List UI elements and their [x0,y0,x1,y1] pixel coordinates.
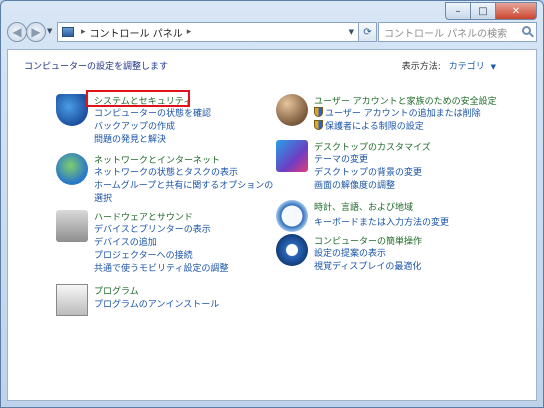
back-arrow-icon[interactable]: ◀ [7,22,27,42]
page-title: コンピューターの設定を調整します [24,62,169,72]
users-icon[interactable] [276,94,308,126]
window-controls: – □ ✕ [445,2,537,20]
search-placeholder: コントロール パネルの検索 [384,28,508,40]
link-network-status[interactable]: ネットワークの状態とタスクの表示 [94,165,238,178]
link-homegroup[interactable]: ホームグループと共有に関するオプションの [94,178,273,191]
link-uninstall[interactable]: プログラムのアンインストール [94,297,219,310]
link-troubleshoot[interactable]: 問題の発見と解決 [94,132,166,145]
link-add-remove-accounts[interactable]: ユーザー アカウントの追加または削除 [314,106,481,119]
chevron-down-icon[interactable]: ▼ [491,63,496,71]
search-input[interactable]: コントロール パネルの検索 [378,22,537,42]
link-add-remove-accounts-label: ユーザー アカウントの追加または削除 [325,109,481,119]
programs-icon[interactable] [56,284,88,316]
refresh-icon[interactable]: ⟳ [359,22,377,42]
recent-pages-dropdown[interactable]: ▼ [47,27,52,35]
link-devices-printers[interactable]: デバイスとプリンターの表示 [94,222,211,235]
control-panel-icon [62,27,74,37]
link-homegroup-cont[interactable]: 選択 [94,191,112,204]
link-add-device[interactable]: デバイスの追加 [94,235,157,248]
address-dropdown-icon[interactable]: ▼ [349,28,354,36]
category-title-clock[interactable]: 時計、言語、および地域 [314,200,413,213]
link-screen-resolution[interactable]: 画面の解像度の調整 [314,178,395,191]
link-check-status[interactable]: コンピューターの状態を確認 [94,106,211,119]
uac-shield-icon [314,120,323,130]
security-shield-icon[interactable] [56,94,88,126]
control-panel-window: – □ ✕ ◀ ▶ ▼ ▸ コントロール パネル ▸ ▼ ⟳ コントロール パネ… [0,0,544,408]
address-bar[interactable]: ▸ コントロール パネル ▸ ▼ [57,22,359,42]
link-parental-controls[interactable]: 保護者による制限の設定 [314,119,424,132]
breadcrumb-separator-icon[interactable]: ▸ [187,27,192,37]
link-projector[interactable]: プロジェクターへの接続 [94,248,193,261]
view-by-label: 表示方法: [401,62,441,72]
link-change-theme[interactable]: テーマの変更 [314,152,368,165]
breadcrumb-separator-icon[interactable]: ▸ [81,27,86,37]
view-by: 表示方法: カテゴリ ▼ [402,59,496,72]
uac-shield-icon [314,107,323,117]
ease-of-access-icon[interactable] [276,234,308,266]
link-parental-controls-label: 保護者による制限の設定 [325,122,424,132]
link-mobility[interactable]: 共通で使うモビリティ設定の調整 [94,261,228,274]
close-button[interactable]: ✕ [496,2,537,20]
link-settings-suggestions[interactable]: 設定の提案の表示 [314,246,386,259]
link-desktop-background[interactable]: デスクトップの背景の変更 [314,165,422,178]
forward-arrow-icon[interactable]: ▶ [26,22,46,42]
network-globe-icon[interactable] [56,153,88,185]
link-keyboard-input[interactable]: キーボードまたは入力方法の変更 [314,215,449,228]
printer-icon[interactable] [56,210,88,242]
maximize-button[interactable]: □ [471,2,496,20]
clock-globe-icon[interactable] [276,200,308,232]
search-icon[interactable] [522,26,531,35]
minimize-button[interactable]: – [445,2,471,20]
category-title-programs[interactable]: プログラム [94,284,139,297]
link-optimize-display[interactable]: 視覚ディスプレイの最適化 [314,259,421,272]
view-by-dropdown[interactable]: カテゴリ [449,62,485,72]
link-backup[interactable]: バックアップの作成 [94,119,175,132]
navigation-bar: ◀ ▶ ▼ ▸ コントロール パネル ▸ ▼ ⟳ コントロール パネルの検索 [7,21,537,45]
breadcrumb-control-panel[interactable]: コントロール パネル [90,25,183,40]
content-pane: コンピューターの設定を調整します 表示方法: カテゴリ ▼ システムとセキュリテ… [7,49,537,401]
desktop-appearance-icon[interactable] [276,140,308,172]
